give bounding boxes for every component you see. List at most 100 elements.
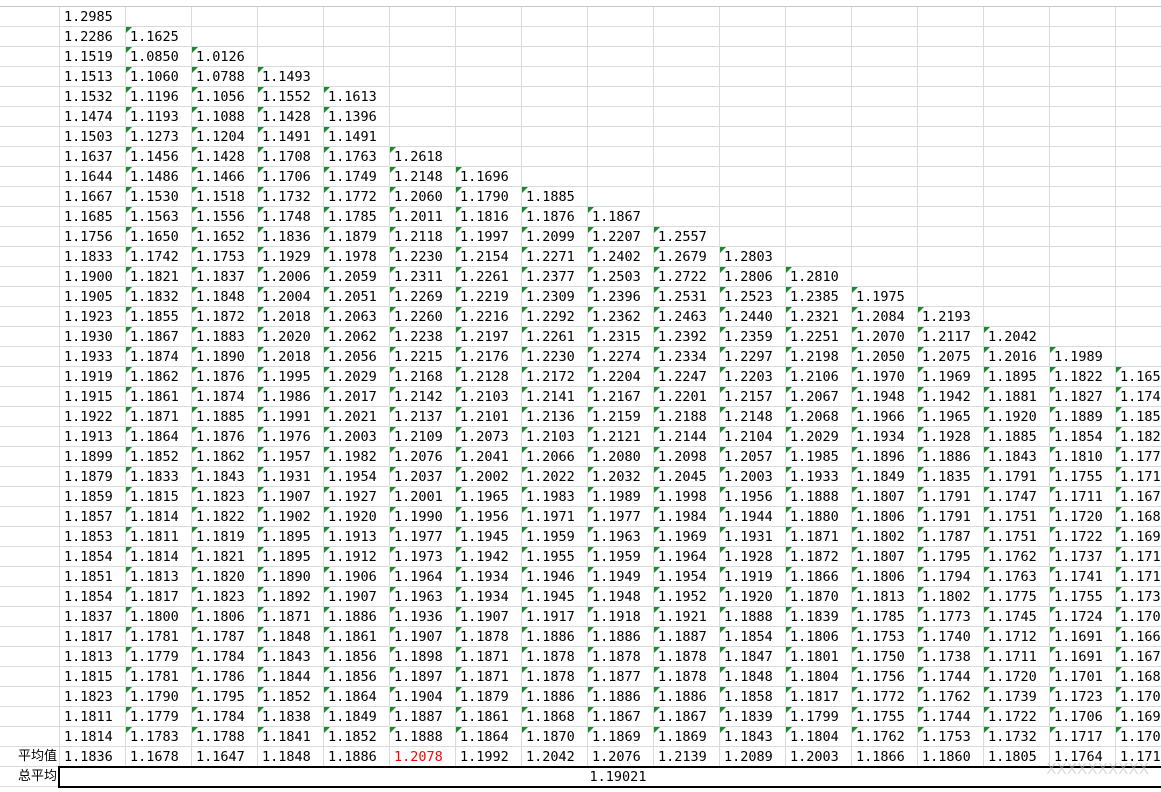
- grid-cell[interactable]: 1.1984: [654, 507, 720, 527]
- grid-cell[interactable]: 1.2274: [588, 347, 654, 367]
- grid-cell[interactable]: 1.2148: [390, 167, 456, 187]
- row-label-cell[interactable]: [0, 107, 60, 127]
- row-label-cell[interactable]: [0, 687, 60, 707]
- grid-cell[interactable]: 1.1801: [786, 647, 852, 667]
- grid-cell[interactable]: [456, 47, 522, 67]
- grid-cell[interactable]: 1.2076: [390, 447, 456, 467]
- grid-cell[interactable]: 1.1948: [852, 387, 918, 407]
- grid-cell[interactable]: [786, 147, 852, 167]
- grid-cell[interactable]: 1.1613: [324, 87, 390, 107]
- row-label-cell[interactable]: [0, 287, 60, 307]
- grid-cell[interactable]: 1.2154: [456, 247, 522, 267]
- grid-cell[interactable]: 1.2679: [654, 247, 720, 267]
- grid-cell[interactable]: [1050, 7, 1116, 27]
- average-cell[interactable]: 1.1866: [852, 747, 918, 767]
- grid-cell[interactable]: 1.1686: [1116, 507, 1161, 527]
- row-label-cell[interactable]: [0, 467, 60, 487]
- grid-cell[interactable]: [588, 127, 654, 147]
- grid-cell[interactable]: 1.2157: [720, 387, 786, 407]
- grid-cell[interactable]: 1.1859: [60, 487, 126, 507]
- grid-cell[interactable]: 1.2810: [786, 267, 852, 287]
- grid-cell[interactable]: 1.2128: [456, 367, 522, 387]
- grid-cell[interactable]: 1.2269: [390, 287, 456, 307]
- grid-cell[interactable]: 1.1906: [324, 567, 390, 587]
- grid-cell[interactable]: 1.1756: [852, 667, 918, 687]
- row-label-cell[interactable]: [0, 7, 60, 27]
- grid-cell[interactable]: [390, 27, 456, 47]
- grid-cell[interactable]: 1.2141: [522, 387, 588, 407]
- grid-cell[interactable]: 1.2271: [522, 247, 588, 267]
- grid-cell[interactable]: 1.1532: [60, 87, 126, 107]
- grid-cell[interactable]: [1116, 347, 1161, 367]
- grid-cell[interactable]: [654, 7, 720, 27]
- grid-cell[interactable]: 1.1944: [720, 507, 786, 527]
- grid-cell[interactable]: 1.1877: [588, 667, 654, 687]
- grid-cell[interactable]: [852, 127, 918, 147]
- grid-cell[interactable]: 1.2045: [654, 467, 720, 487]
- grid-cell[interactable]: [1116, 27, 1161, 47]
- grid-cell[interactable]: [456, 7, 522, 27]
- grid-cell[interactable]: [786, 107, 852, 127]
- grid-cell[interactable]: 1.1741: [1050, 567, 1116, 587]
- grid-cell[interactable]: 1.1819: [192, 527, 258, 547]
- grid-cell[interactable]: [1116, 327, 1161, 347]
- grid-cell[interactable]: 1.1753: [192, 247, 258, 267]
- grid-cell[interactable]: 1.1737: [1050, 547, 1116, 567]
- grid-cell[interactable]: 1.2167: [588, 387, 654, 407]
- grid-cell[interactable]: 1.1871: [456, 647, 522, 667]
- grid-cell[interactable]: 1.2377: [522, 267, 588, 287]
- grid-cell[interactable]: 1.1989: [1050, 347, 1116, 367]
- grid-cell[interactable]: 1.1744: [918, 707, 984, 727]
- grid-cell[interactable]: 1.1936: [390, 607, 456, 627]
- row-label-cell[interactable]: [0, 727, 60, 747]
- grid-cell[interactable]: 1.1956: [720, 487, 786, 507]
- grid-cell[interactable]: 1.1887: [654, 627, 720, 647]
- grid-cell[interactable]: [1116, 147, 1161, 167]
- grid-cell[interactable]: 1.1456: [126, 147, 192, 167]
- grid-cell[interactable]: 1.1724: [1050, 607, 1116, 627]
- grid-cell[interactable]: [786, 207, 852, 227]
- grid-cell[interactable]: 1.2060: [390, 187, 456, 207]
- grid-cell[interactable]: 1.1775: [984, 587, 1050, 607]
- grid-cell[interactable]: 1.1917: [522, 607, 588, 627]
- grid-cell[interactable]: 1.2722: [654, 267, 720, 287]
- grid-cell[interactable]: 1.1985: [786, 447, 852, 467]
- grid-cell[interactable]: 1.1637: [60, 147, 126, 167]
- grid-cell[interactable]: [984, 287, 1050, 307]
- grid-cell[interactable]: 1.2121: [588, 427, 654, 447]
- grid-cell[interactable]: 1.1886: [522, 627, 588, 647]
- grid-cell[interactable]: 1.1878: [456, 627, 522, 647]
- grid-cell[interactable]: [390, 7, 456, 27]
- grid-cell[interactable]: 1.1856: [324, 667, 390, 687]
- grid-cell[interactable]: 1.1790: [456, 187, 522, 207]
- grid-cell[interactable]: 1.2016: [984, 347, 1050, 367]
- row-label-cell[interactable]: [0, 547, 60, 567]
- grid-cell[interactable]: 1.1874: [126, 347, 192, 367]
- row-label-cell[interactable]: [0, 327, 60, 347]
- average-cell[interactable]: 1.1886: [324, 747, 390, 767]
- grid-cell[interactable]: 1.1913: [324, 527, 390, 547]
- grid-cell[interactable]: 1.2359: [720, 327, 786, 347]
- row-label-cell[interactable]: [0, 307, 60, 327]
- grid-cell[interactable]: 1.1787: [192, 627, 258, 647]
- grid-cell[interactable]: 1.2142: [390, 387, 456, 407]
- grid-cell[interactable]: [390, 87, 456, 107]
- grid-cell[interactable]: 1.1872: [192, 307, 258, 327]
- grid-cell[interactable]: 1.1878: [522, 647, 588, 667]
- grid-cell[interactable]: 1.1991: [258, 407, 324, 427]
- grid-cell[interactable]: 1.1869: [654, 727, 720, 747]
- grid-cell[interactable]: 1.1844: [258, 667, 324, 687]
- row-label-cell[interactable]: [0, 387, 60, 407]
- row-label-cell[interactable]: [0, 707, 60, 727]
- grid-cell[interactable]: [588, 87, 654, 107]
- total-average-merged-cell[interactable]: 1.19021: [58, 766, 1161, 788]
- grid-cell[interactable]: 1.1888: [786, 487, 852, 507]
- grid-cell[interactable]: 1.1902: [258, 507, 324, 527]
- row-label-cell[interactable]: [0, 27, 60, 47]
- row-label-cell[interactable]: [0, 587, 60, 607]
- grid-cell[interactable]: 1.1807: [852, 547, 918, 567]
- grid-cell[interactable]: [654, 127, 720, 147]
- grid-cell[interactable]: [918, 107, 984, 127]
- grid-cell[interactable]: 1.1671: [1116, 487, 1161, 507]
- grid-cell[interactable]: 1.1854: [60, 587, 126, 607]
